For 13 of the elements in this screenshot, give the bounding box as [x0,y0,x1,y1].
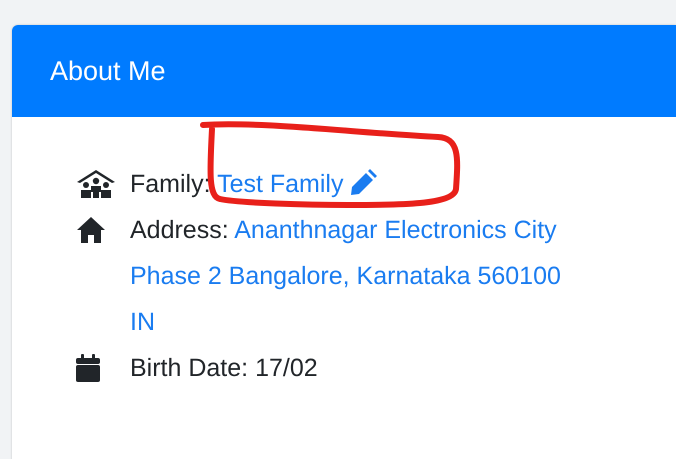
address-link[interactable]: IN [130,308,155,336]
field-label: Birth Date: [130,354,248,382]
birth-date-value: 17/02 [255,354,318,382]
house-icon [76,216,106,244]
calendar-icon [76,354,100,382]
pencil-icon[interactable] [349,167,380,195]
field-label: Address: [130,216,229,244]
address-link[interactable]: Ananthnagar Electronics City [234,216,557,244]
family-icon [76,169,116,199]
address-link[interactable]: Phase 2 Bangalore, Karnataka 560100 [130,262,561,290]
card-title: About Me [50,56,166,86]
family-link[interactable]: Test Family [217,170,344,198]
field-label: Family: [130,170,211,198]
